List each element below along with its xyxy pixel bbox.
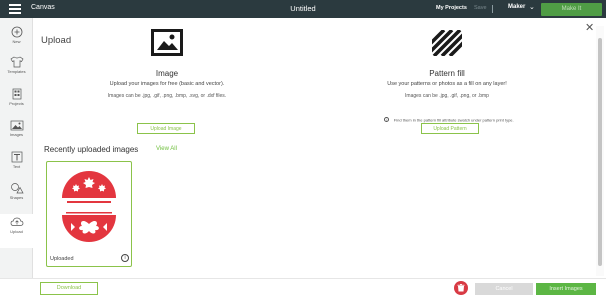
top-bar: Canvas Untitled My Projects Save Maker ⌄… [0, 0, 606, 18]
sidebar-item-upload[interactable]: Upload [0, 214, 33, 248]
view-all-link[interactable]: View All [156, 146, 177, 152]
save-link[interactable]: Save [474, 5, 487, 11]
text-icon [11, 151, 22, 163]
topbar-divider [492, 5, 493, 13]
cancel-button[interactable]: Cancel [475, 283, 533, 295]
plus-circle-icon [11, 26, 22, 38]
sidebar-item-label: Upload [10, 229, 23, 234]
pattern-fill-icon [432, 30, 462, 56]
uploaded-image-thumbnail [62, 171, 116, 242]
sidebar-item-projects[interactable]: Projects [0, 88, 33, 118]
info-icon[interactable]: i [121, 254, 129, 262]
image-section-formats: Images can be .jpg, .gif, .png, .bmp, .s… [107, 93, 227, 99]
shapes-icon [10, 183, 24, 194]
image-section-title: Image [155, 69, 179, 78]
recent-uploads-title: Recently uploaded images [44, 145, 139, 154]
make-it-button[interactable]: Make It [541, 3, 602, 16]
image-upload-section: Image Upload your images for free (basic… [53, 69, 281, 99]
left-sidebar: New Templates Projects Images Text Shape… [0, 18, 33, 303]
sidebar-item-images[interactable]: Images [0, 120, 33, 150]
card-caption: Uploaded [50, 256, 74, 262]
sidebar-item-label: Images [9, 132, 24, 137]
pattern-section-formats: Images can be .jpg, .gif, .png, or .bmp [405, 93, 489, 99]
pattern-fill-section: Pattern fill Use your patterns or photos… [341, 69, 553, 99]
page-title: Upload [41, 35, 72, 46]
sidebar-item-label: Shapes [9, 195, 24, 200]
chevron-down-icon[interactable]: ⌄ [529, 3, 535, 11]
insert-images-button[interactable]: Insert Images [536, 283, 596, 295]
machine-select[interactable]: Maker [508, 4, 525, 10]
upload-image-button[interactable]: Upload Image [137, 123, 195, 134]
upload-image-icon [151, 29, 183, 56]
sidebar-item-label: New [12, 39, 21, 44]
sidebar-item-text[interactable]: Text [0, 151, 33, 181]
info-icon: i [384, 117, 390, 123]
sidebar-item-shapes[interactable]: Shapes [0, 182, 33, 212]
upload-pattern-button[interactable]: Upload Pattern [421, 123, 479, 134]
scrollbar-thumb[interactable] [598, 38, 602, 266]
vertical-scrollbar[interactable] [596, 26, 604, 276]
close-icon[interactable]: ✕ [585, 21, 594, 34]
pattern-section-title: Pattern fill [429, 69, 465, 78]
projects-icon [12, 88, 21, 100]
image-icon [10, 120, 23, 131]
sidebar-item-label: Text [12, 164, 21, 169]
cloud-upload-icon [10, 217, 23, 226]
delete-icon[interactable] [454, 281, 468, 295]
sidebar-item-label: Projects [9, 101, 24, 106]
image-section-description: Upload your images for free (basic and v… [109, 81, 225, 87]
pattern-section-description: Use your patterns or photos as a fill on… [387, 81, 507, 87]
download-button[interactable]: Download [40, 282, 98, 295]
sidebar-item-new[interactable]: New [0, 26, 33, 56]
sidebar-item-templates[interactable]: Templates [0, 56, 33, 86]
pattern-section-note: Find them in the pattern fill attribute … [393, 117, 514, 123]
uploaded-image-card[interactable]: Uploaded i [46, 161, 132, 267]
my-projects-link[interactable]: My Projects [436, 5, 467, 11]
sidebar-item-label: Templates [7, 69, 26, 74]
shirt-icon [10, 56, 23, 68]
